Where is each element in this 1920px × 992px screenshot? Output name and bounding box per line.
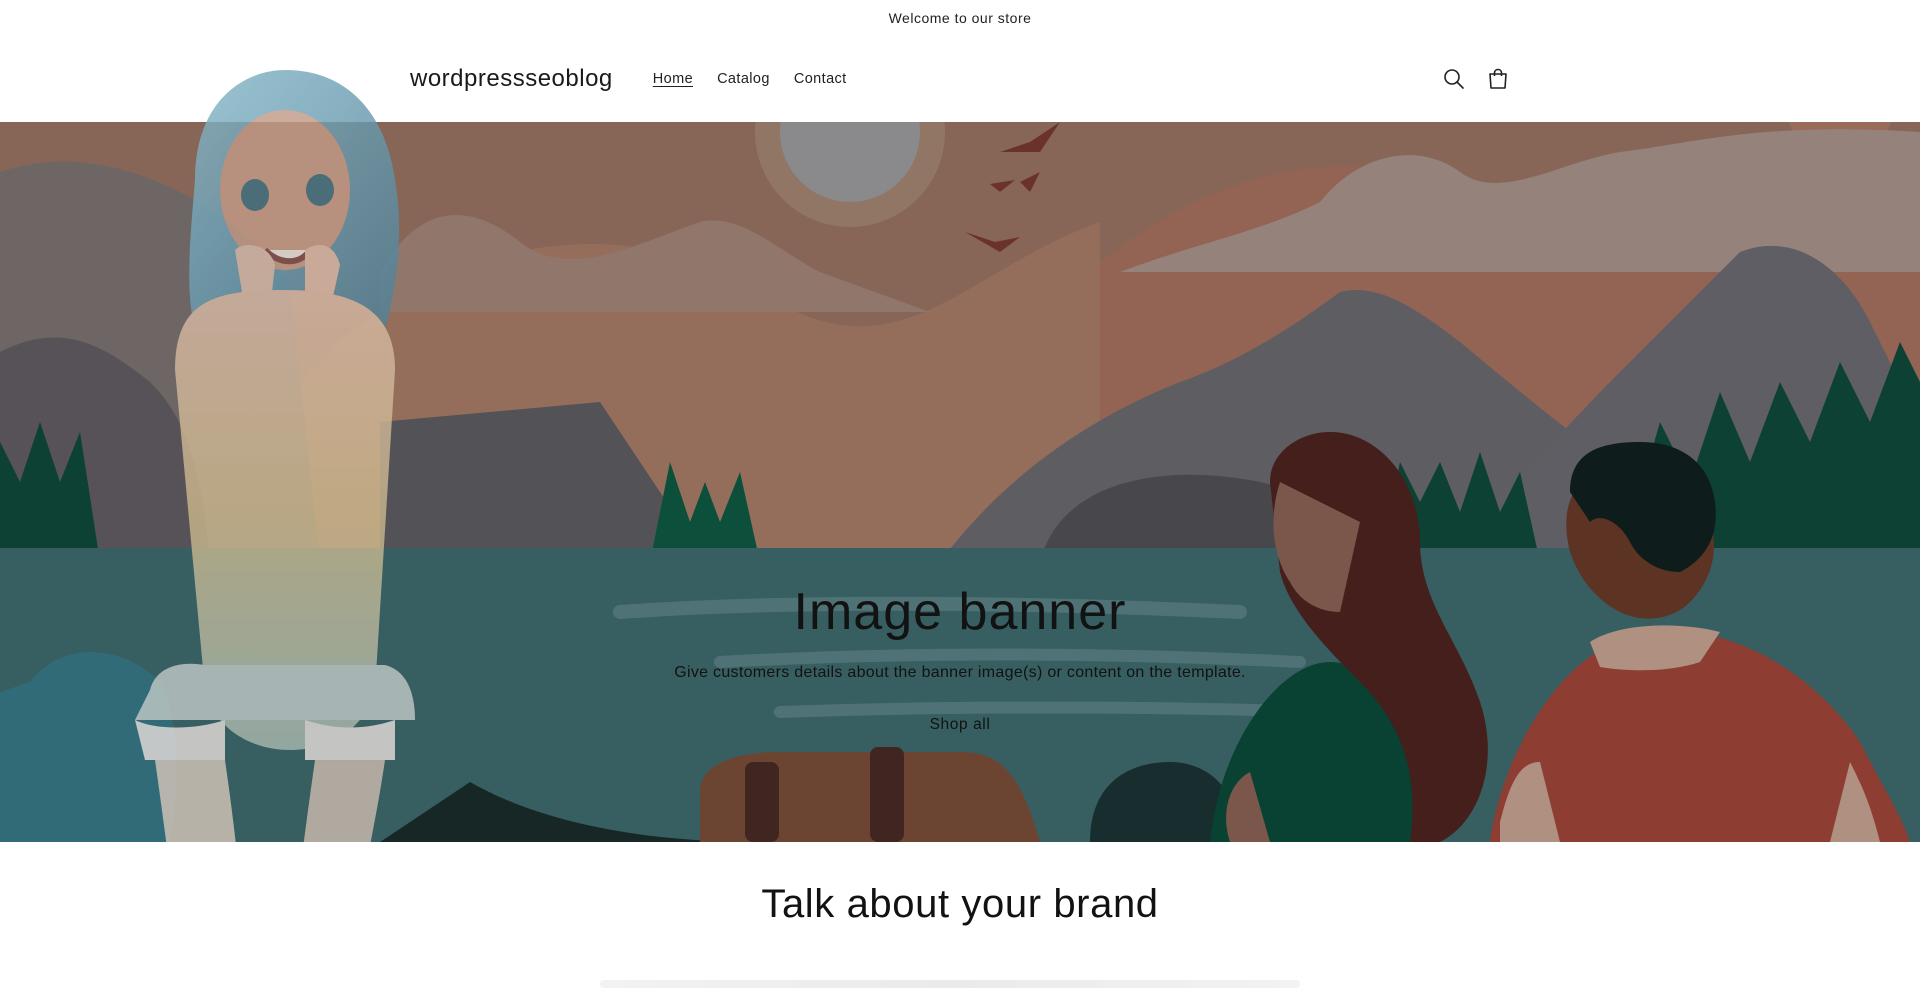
brand-title: Talk about your brand xyxy=(761,882,1159,926)
banner-content: Image banner Give customers details abou… xyxy=(0,582,1920,734)
cart-icon[interactable] xyxy=(1486,67,1510,91)
search-icon[interactable] xyxy=(1442,67,1466,91)
header-icons xyxy=(1442,67,1510,91)
site-header: wordpressseoblog Home Catalog Contact xyxy=(0,36,1920,122)
store-logo[interactable]: wordpressseoblog xyxy=(410,65,613,93)
announcement-text: Welcome to our store xyxy=(888,10,1032,26)
nav-contact[interactable]: Contact xyxy=(782,71,859,87)
brand-text-placeholder xyxy=(600,980,1300,988)
image-banner: Image banner Give customers details abou… xyxy=(0,122,1920,842)
nav-catalog[interactable]: Catalog xyxy=(705,71,782,87)
main-nav: Home Catalog Contact xyxy=(641,71,859,87)
announcement-bar: Welcome to our store xyxy=(0,0,1920,36)
brand-section: Talk about your brand xyxy=(0,842,1920,992)
shop-all-button[interactable]: Shop all xyxy=(930,716,991,734)
banner-overlay xyxy=(0,122,1920,842)
banner-description: Give customers details about the banner … xyxy=(674,664,1246,681)
banner-title: Image banner xyxy=(793,583,1127,641)
nav-home[interactable]: Home xyxy=(641,71,705,87)
